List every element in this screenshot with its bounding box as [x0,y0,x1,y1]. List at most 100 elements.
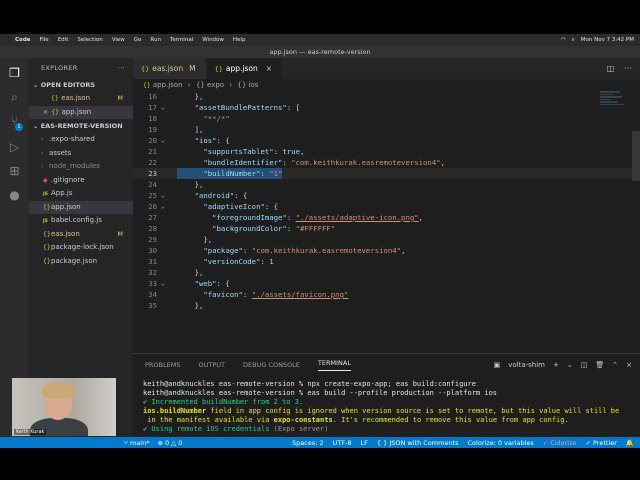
file-tree-item[interactable]: {}app.json [29,200,133,214]
minimap[interactable] [600,91,630,121]
fold-chevron-icon[interactable]: ⌄ [161,102,165,113]
file-tree-item[interactable]: {}package-lock.json [29,241,133,255]
close-icon[interactable]: × [626,361,632,369]
menu-app-name[interactable]: Code [15,37,30,43]
menu-view[interactable]: View [112,37,125,43]
open-editor-item[interactable]: × {} app.json [29,105,133,119]
language-mode[interactable]: { } JSON with Comments [377,439,459,447]
code-line[interactable]: 25 ⌄ "android": { [133,190,633,201]
code-line[interactable]: 35 }, [133,300,633,311]
menu-window[interactable]: Window [202,37,224,43]
tab-app-json[interactable]: {} app.json × [206,58,284,79]
code-editor[interactable]: 16 }, 17 ⌄ "assetBundlePatterns": [18 "**/… [133,91,640,353]
explorer-icon[interactable]: ❐ [7,66,22,81]
line-number: 20 [148,136,157,145]
line-number: 30 [148,246,157,255]
menu-run[interactable]: Run [150,37,161,43]
close-icon[interactable]: × [43,109,48,116]
problems-count[interactable]: ⊗ 0 △ 0 [157,439,182,447]
code-line[interactable]: 30 "package": "com.keithkurak.easremotev… [133,245,633,256]
line-number: 28 [148,224,157,233]
breadcrumb-item[interactable]: app.json [153,81,183,89]
split-terminal-icon[interactable]: ◫ [581,361,588,369]
breadcrumb-item[interactable]: expo [207,81,224,89]
file-tree-item[interactable]: {}eas.json M [29,228,133,242]
file-tree-item[interactable]: {}package.json [29,255,133,269]
file-tree-item[interactable]: › node_modules [29,160,133,174]
menu-edit[interactable]: Edit [58,37,69,43]
more-icon[interactable]: ··· [118,58,125,79]
open-editor-item[interactable]: {} eas.json M [29,92,133,106]
code-line[interactable]: 28 "backgroundColor": "#FFFFFF" [133,223,633,234]
fold-chevron-icon[interactable]: ⌄ [161,135,165,146]
code-line[interactable]: 23 "buildNumber": "1" [133,168,633,179]
run-debug-icon[interactable]: ▷ [7,140,22,155]
fold-chevron-icon[interactable]: ⌄ [161,201,165,212]
code-line[interactable]: 33 ⌄ "web": { [133,278,633,289]
file-tree-item[interactable]: ◆ .gitignore [29,174,133,188]
code-line[interactable]: 26 ⌄ "adaptiveIcon": { [133,201,633,212]
more-icon[interactable]: ··· [624,64,632,73]
file-tree-item[interactable]: JS App.js [29,187,133,201]
code-line[interactable]: 19 ], [133,124,633,135]
bell-icon[interactable]: 🔔 [626,439,634,447]
split-editor-icon[interactable]: ◫ [607,64,615,73]
close-icon[interactable]: × [266,64,272,73]
colorize-variables[interactable]: Colorize: 0 variables [468,439,534,447]
project-section[interactable]: ⌄ EAS-REMOTE-VERSION [29,120,133,133]
add-terminal-icon[interactable]: + [553,361,559,369]
json-file-icon: {} [141,65,150,73]
fold-chevron-icon[interactable]: ⌄ [161,190,165,201]
code-line[interactable]: 22 "bundleIdentifier": "com.keithkurak.e… [133,157,633,168]
code-token: }, [177,301,204,310]
wifi-icon[interactable]: ◠ [561,37,566,43]
menu-selection[interactable]: Selection [77,37,102,43]
code-line[interactable]: 34 "favicon": "./assets/favicon.png" [133,289,633,300]
branch-item[interactable]: ⑂ main* [124,439,149,447]
prettier-status[interactable]: ✓ Prettier [585,439,616,447]
code-line[interactable]: 24 }, [133,179,633,190]
code-line[interactable]: 20 ⌄ "ios": { [133,135,633,146]
fold-chevron-icon[interactable]: ⌄ [161,278,165,289]
tab-problems[interactable]: PROBLEMS [145,361,180,369]
code-token: : { [234,191,248,200]
menu-go[interactable]: Go [134,37,142,43]
tab-debug-console[interactable]: DEBUG CONSOLE [243,361,300,369]
file-tree-item[interactable]: › assets [29,147,133,161]
file-tree-item[interactable]: JS babel.config.js [29,214,133,228]
search-icon[interactable]: ⌕ [572,37,575,44]
code-line[interactable]: 31 "versionCode": 1 [133,256,633,267]
chevron-up-icon[interactable]: ⌃ [612,361,618,369]
tab-terminal[interactable]: TERMINAL [317,359,351,371]
code-line[interactable]: 32 }, [133,267,633,278]
trash-icon[interactable]: 🗑 [595,361,604,369]
terminal-name[interactable]: volta-shim [508,361,545,369]
extensions-icon[interactable]: ⊞ [7,164,22,179]
tab-eas-json[interactable]: {} eas.json M [133,58,207,79]
end-of-line[interactable]: LF [361,439,368,447]
file-tree-item[interactable]: › .expo-shared [29,133,133,147]
breadcrumb-item[interactable]: ios [249,81,259,89]
encoding[interactable]: UTF-8 [333,439,352,447]
editor-scrollbar[interactable] [632,131,640,181]
panel-actions: ▣ volta-shim + ⌄ ◫ 🗑 ⌃ × [494,361,640,369]
tab-output[interactable]: OUTPUT [198,361,225,369]
menubar-clock[interactable]: Mon Nov 7 3:42 PM [581,37,634,43]
menu-help[interactable]: Help [233,37,246,43]
code-line[interactable]: 27 "foregroundImage": "./assets/adaptive… [133,212,633,223]
menu-terminal[interactable]: Terminal [170,37,193,43]
code-line[interactable]: 21 "supportsTablet": true, [133,146,633,157]
code-line[interactable]: 18 "**/*" [133,113,633,124]
file-label: assets [49,148,72,157]
colorize-toggle[interactable]: ✓ Colorize [543,439,577,447]
github-icon[interactable]: ● [7,188,22,203]
open-editors-section[interactable]: ⌄ OPEN EDITORS [29,79,133,92]
search-icon[interactable]: ⌕ [7,90,22,105]
code-line[interactable]: 17 ⌄ "assetBundlePatterns": [ [133,102,633,113]
code-line[interactable]: 16 }, [133,91,633,102]
code-line[interactable]: 29 }, [133,234,633,245]
indentation[interactable]: Spaces: 2 [292,439,324,447]
chevron-down-icon[interactable]: ⌄ [567,361,573,369]
menu-file[interactable]: File [39,37,48,43]
terminal-line: ✔ Using remote iOS credentials (Expo ser… [143,425,638,434]
